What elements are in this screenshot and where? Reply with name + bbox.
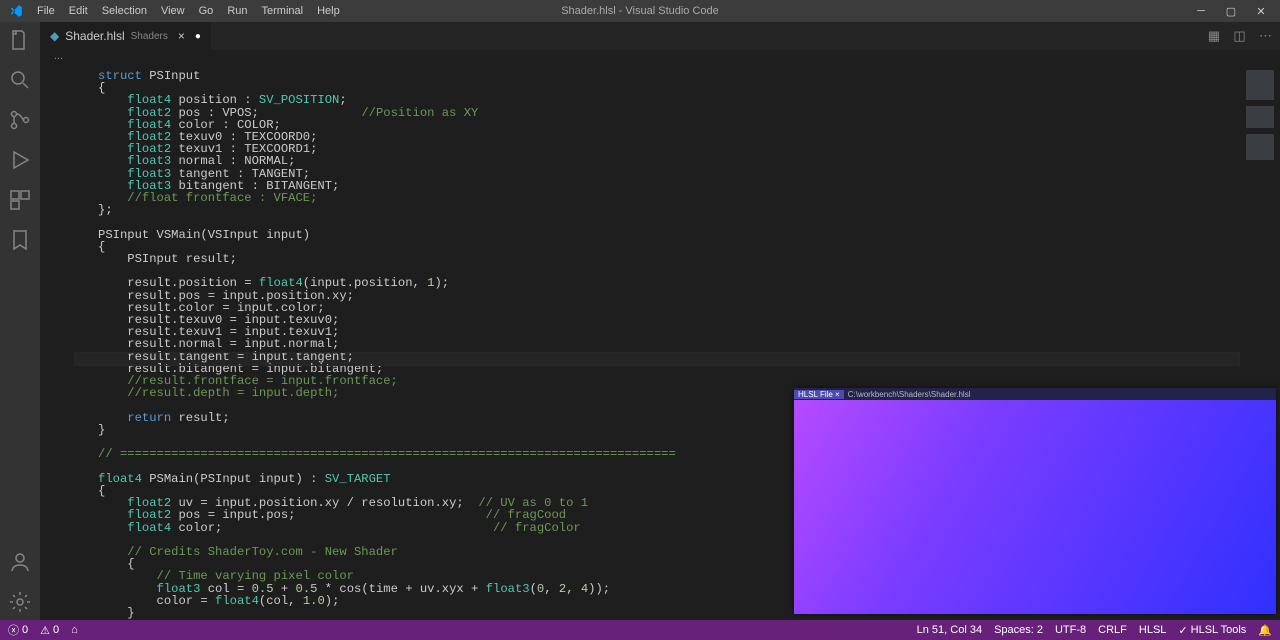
current-line-highlight — [74, 352, 1240, 366]
title-bar: File Edit Selection View Go Run Terminal… — [0, 0, 1280, 22]
tab-label: Shader.hlsl — [65, 29, 124, 43]
shader-preview-panel[interactable]: HLSL File × C:\workbench\Shaders\Shader.… — [794, 388, 1276, 614]
status-eol[interactable]: CRLF — [1098, 624, 1127, 636]
window-title: Shader.hlsl - Visual Studio Code — [561, 5, 719, 17]
menu-selection[interactable]: Selection — [95, 5, 154, 17]
window-maximize-button[interactable]: ▢ — [1216, 5, 1246, 18]
settings-gear-icon[interactable] — [8, 590, 32, 614]
status-lncol[interactable]: Ln 51, Col 34 — [917, 624, 982, 636]
tab-bar: ◆ Shader.hlsl Shaders × ▦ ◫ ⋯ — [40, 22, 1280, 50]
search-icon[interactable] — [8, 68, 32, 92]
preview-tag: HLSL File × — [794, 390, 844, 399]
extensions-icon[interactable] — [8, 188, 32, 212]
preview-titlebar: HLSL File × C:\workbench\Shaders\Shader.… — [794, 388, 1276, 400]
preview-path: C:\workbench\Shaders\Shader.hlsl — [848, 390, 971, 399]
status-language[interactable]: HLSL — [1139, 624, 1167, 636]
explorer-icon[interactable] — [8, 28, 32, 52]
editor-more-icon[interactable]: ⋯ — [1259, 28, 1272, 43]
editor-split-icon[interactable]: ◫ — [1233, 28, 1245, 43]
vscode-logo-icon — [8, 3, 24, 19]
file-icon: ◆ — [50, 29, 59, 43]
status-bar: ⓧ 0 ⚠ 0 ⌂ Ln 51, Col 34 Spaces: 2 UTF-8 … — [0, 620, 1280, 640]
tab-shader[interactable]: ◆ Shader.hlsl Shaders × — [40, 22, 212, 50]
window-minimize-button[interactable]: ─ — [1186, 5, 1216, 18]
tab-close-icon[interactable]: × — [178, 29, 185, 43]
account-icon[interactable] — [8, 550, 32, 574]
status-encoding[interactable]: UTF-8 — [1055, 624, 1086, 636]
menu-edit[interactable]: Edit — [62, 5, 95, 17]
menu-go[interactable]: Go — [192, 5, 221, 17]
bookmark-icon[interactable] — [8, 228, 32, 252]
menu-view[interactable]: View — [154, 5, 192, 17]
status-warnings[interactable]: ⚠ 0 — [40, 624, 59, 637]
menu-file[interactable]: File — [30, 5, 62, 17]
menu-terminal[interactable]: Terminal — [255, 5, 311, 17]
menu-help[interactable]: Help — [310, 5, 347, 17]
status-errors[interactable]: ⓧ 0 — [8, 622, 28, 638]
status-tools[interactable]: ✓ HLSL Tools — [1178, 624, 1246, 637]
status-bell-icon[interactable]: 🔔 — [1258, 624, 1272, 637]
editor-grid-icon[interactable]: ▦ — [1208, 28, 1220, 43]
editor-area[interactable]: struct PSInput { float4 position : SV_PO… — [40, 68, 1280, 620]
menu-bar: File Edit Selection View Go Run Terminal… — [4, 3, 347, 19]
source-control-icon[interactable] — [8, 108, 32, 132]
run-debug-icon[interactable] — [8, 148, 32, 172]
status-home-icon[interactable]: ⌂ — [71, 624, 78, 636]
status-spaces[interactable]: Spaces: 2 — [994, 624, 1043, 636]
breadcrumb[interactable]: ... — [40, 50, 1280, 68]
window-close-button[interactable]: ✕ — [1246, 5, 1276, 18]
menu-run[interactable]: Run — [220, 5, 254, 17]
tab-sub: Shaders — [131, 31, 168, 42]
activity-bar — [0, 22, 40, 620]
